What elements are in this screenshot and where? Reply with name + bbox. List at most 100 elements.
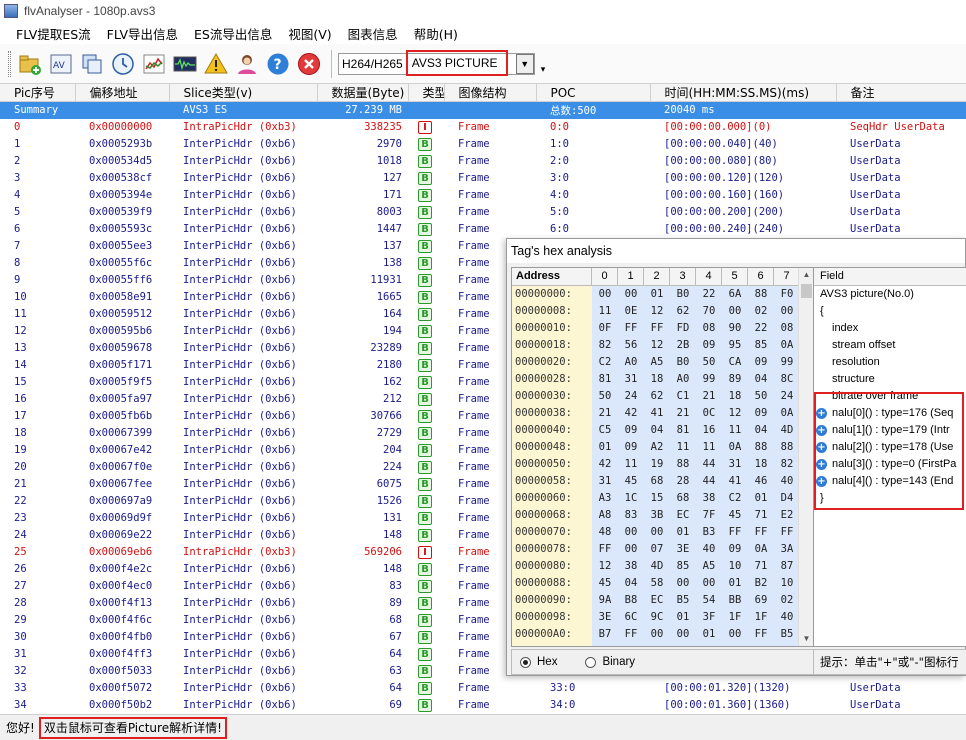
hex-byte[interactable]: B0	[670, 354, 696, 371]
hex-byte[interactable]: 89	[722, 371, 748, 388]
user-icon[interactable]	[234, 50, 260, 78]
hex-byte[interactable]: FF	[774, 524, 800, 541]
hex-byte[interactable]: A3	[592, 490, 618, 507]
hex-byte[interactable]: 21	[696, 388, 722, 405]
table-row[interactable]: 4 0x0005394e InterPicHdr (0xb6) 171 B Frame 4:…	[0, 187, 966, 204]
hex-byte[interactable]: A8	[592, 507, 618, 524]
scroll-up-icon[interactable]: ▲	[799, 268, 814, 282]
hex-byte[interactable]: E2	[774, 507, 800, 524]
hex-byte[interactable]: 42	[592, 456, 618, 473]
hex-byte[interactable]: 00	[618, 541, 644, 558]
hex-byte[interactable]: 95	[722, 337, 748, 354]
hex-byte[interactable]: 68	[670, 490, 696, 507]
codec-selector[interactable]: H264/H265 AVS3 PICTURE ▼	[338, 49, 535, 76]
hex-byte[interactable]: 46	[748, 473, 774, 490]
hex-byte[interactable]: 00	[722, 626, 748, 643]
hex-byte[interactable]: 56	[618, 337, 644, 354]
hex-byte[interactable]: 1F	[748, 609, 774, 626]
hex-byte[interactable]: 81	[670, 422, 696, 439]
hex-byte[interactable]: 07	[644, 541, 670, 558]
scroll-down-icon[interactable]: ▼	[799, 632, 814, 646]
hex-byte[interactable]: 40	[774, 473, 800, 490]
hex-row[interactable]: 00000090: 9A B8 EC B5 54 BB 69 02	[512, 592, 814, 609]
hex-row[interactable]: 00000070: 48 00 00 01 B3 FF FF FF	[512, 524, 814, 541]
column-header-index[interactable]: Pic序号	[0, 84, 76, 102]
hex-byte[interactable]: 42	[618, 405, 644, 422]
hex-byte[interactable]: F0	[774, 286, 800, 303]
column-header-type[interactable]: 类型	[408, 84, 445, 102]
hex-byte[interactable]: 10	[774, 575, 800, 592]
dialog-title[interactable]: Tag's hex analysis	[507, 239, 965, 263]
hex-row[interactable]: 00000030: 50 24 62 C1 21 18 50 24	[512, 388, 814, 405]
hex-byte[interactable]: 01	[592, 439, 618, 456]
hex-byte[interactable]: C2	[722, 490, 748, 507]
hex-byte[interactable]: 54	[696, 592, 722, 609]
hex-byte[interactable]: C1	[670, 388, 696, 405]
hex-byte[interactable]: EC	[644, 592, 670, 609]
hex-row[interactable]: 00000088: 45 04 58 00 00 01 B2 10	[512, 575, 814, 592]
hex-byte[interactable]: 04	[748, 422, 774, 439]
hex-byte[interactable]: 18	[722, 388, 748, 405]
hex-byte[interactable]: 82	[592, 337, 618, 354]
table-row[interactable]: 6 0x0005593c InterPicHdr (0xb6) 1447 B Frame 6…	[0, 221, 966, 238]
menu-view[interactable]: 视图(V)	[280, 24, 339, 43]
hex-byte[interactable]: 8E	[696, 643, 722, 646]
hex-row[interactable]: 00000068: A8 83 3B EC 7F 45 71 E2	[512, 507, 814, 524]
hex-byte[interactable]: 40	[774, 609, 800, 626]
menu-chart-info[interactable]: 图表信息	[340, 24, 406, 43]
hex-byte[interactable]: 00	[618, 524, 644, 541]
hex-byte[interactable]: EE	[670, 643, 696, 646]
hex-byte[interactable]: 38	[618, 558, 644, 575]
hex-byte[interactable]: 31	[618, 371, 644, 388]
close-icon[interactable]	[296, 50, 322, 78]
hex-byte[interactable]: 11	[722, 422, 748, 439]
radio-binary[interactable]: Binary	[585, 656, 635, 668]
hex-scrollbar[interactable]: ▲ ▼	[798, 268, 814, 646]
hex-byte[interactable]: 58	[644, 575, 670, 592]
hex-row[interactable]: 00000000: 00 00 01 B0 22 6A 88 F0	[512, 286, 814, 303]
hex-byte[interactable]: B5	[670, 592, 696, 609]
hex-byte[interactable]: 18	[748, 456, 774, 473]
hex-byte[interactable]: 00	[670, 575, 696, 592]
hex-byte[interactable]: 11	[618, 456, 644, 473]
hex-panel[interactable]: Address 01234567 00000000: 00 00 01 B0 22 6A 88…	[511, 267, 815, 647]
hex-byte[interactable]: 95	[644, 643, 670, 646]
hex-byte[interactable]: A5	[644, 354, 670, 371]
expand-plus-icon[interactable]: +	[816, 408, 827, 419]
hex-byte[interactable]: 0A	[722, 439, 748, 456]
menu-flv-export-info[interactable]: FLV导出信息	[99, 24, 186, 43]
hex-row[interactable]: 00000060: A3 1C 15 68 38 C2 01 D4	[512, 490, 814, 507]
hex-byte[interactable]: FF	[592, 541, 618, 558]
hex-byte[interactable]: 00	[670, 626, 696, 643]
hex-byte[interactable]: 50	[748, 388, 774, 405]
radio-hex-dot[interactable]	[520, 656, 531, 668]
hex-byte[interactable]: 9C	[644, 609, 670, 626]
hex-byte[interactable]: 0A	[774, 405, 800, 422]
hex-byte[interactable]: 90	[722, 320, 748, 337]
hex-byte[interactable]: B7	[592, 626, 618, 643]
hex-row[interactable]: 00000058: 31 45 68 28 44 41 46 40	[512, 473, 814, 490]
hex-byte[interactable]: CA	[592, 643, 618, 646]
summary-row[interactable]: Summary AVS3 ES 27.239 MB 总数:500 20040 m…	[0, 101, 966, 119]
hex-row[interactable]: 00000038: 21 42 41 21 0C 12 09 0A	[512, 405, 814, 422]
hex-row[interactable]: 00000050: 42 11 19 88 44 31 18 82	[512, 456, 814, 473]
hex-byte[interactable]: 41	[644, 405, 670, 422]
hex-byte[interactable]: 41	[722, 473, 748, 490]
hex-byte[interactable]: 88	[774, 439, 800, 456]
hex-byte[interactable]: 7F	[696, 507, 722, 524]
field-bitrate[interactable]: bitrate over frame	[814, 388, 966, 405]
waveform-icon[interactable]	[172, 50, 198, 78]
hex-byte[interactable]: 70	[696, 303, 722, 320]
hex-byte[interactable]: 69	[748, 592, 774, 609]
hex-byte[interactable]: 01	[696, 626, 722, 643]
menu-flv-extract-es[interactable]: FLV提取ES流	[8, 24, 99, 43]
hex-byte[interactable]: 09	[618, 422, 644, 439]
add-folder-icon[interactable]	[17, 50, 43, 78]
nalu-item[interactable]: + nalu[4]() : type=143 (End	[814, 473, 966, 490]
hex-row[interactable]: 00000018: 82 56 12 2B 09 95 85 0A	[512, 337, 814, 354]
hex-byte[interactable]: FF	[748, 524, 774, 541]
hex-byte[interactable]: 24	[774, 388, 800, 405]
chevron-down-icon[interactable]: ▼	[515, 53, 534, 74]
hex-byte[interactable]: D3	[774, 643, 800, 646]
avc-icon[interactable]: AV	[48, 50, 74, 78]
